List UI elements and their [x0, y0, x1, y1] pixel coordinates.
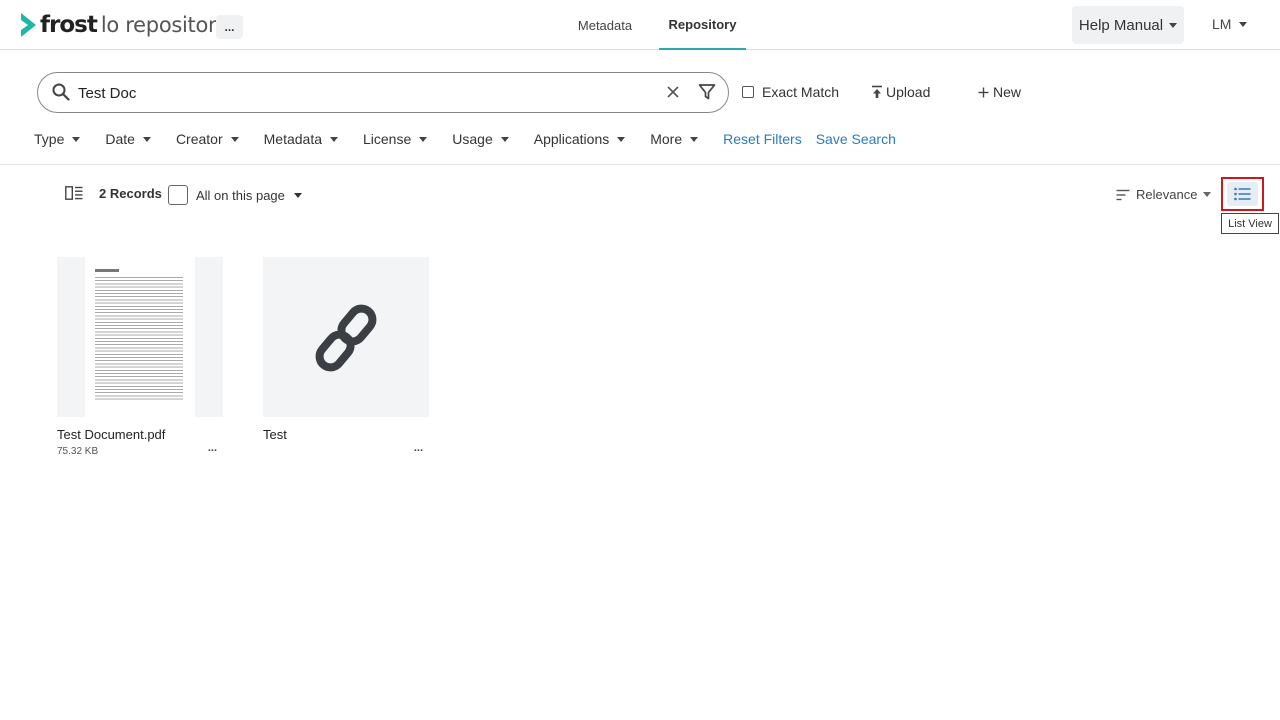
user-initials: LM [1212, 16, 1232, 32]
chevron-down-icon [500, 136, 509, 142]
list-view-tooltip: List View [1221, 213, 1279, 234]
pdf-preview-heading [95, 269, 119, 272]
filter-usage[interactable]: Usage [452, 131, 509, 147]
app-header: frost lo repository ... Metadata Reposit… [0, 0, 1280, 50]
link-icon [315, 304, 377, 372]
help-manual-label: Help Manual [1078, 16, 1164, 34]
asset-more-menu[interactable]: ... [208, 442, 217, 454]
close-icon[interactable] [666, 85, 680, 99]
upload-button[interactable]: Upload [871, 84, 930, 100]
asset-size: 75.32 KB [57, 446, 99, 457]
sort-label: Relevance [1136, 187, 1198, 202]
upload-label: Upload [886, 84, 931, 100]
tab-repository[interactable]: Repository [659, 0, 746, 50]
exact-match-checkbox[interactable] [742, 86, 754, 98]
pdf-preview-image [85, 257, 195, 417]
asset-more-menu[interactable]: ... [414, 442, 423, 454]
chevron-down-icon [72, 136, 81, 142]
logo-chevron-icon [21, 13, 36, 37]
chevron-down-icon [617, 136, 626, 142]
filter-label: More [650, 131, 683, 147]
help-manual-button[interactable]: Help Manual [1072, 6, 1184, 44]
list-icon [1234, 187, 1251, 201]
filter-icon[interactable] [698, 83, 716, 101]
filter-label: Usage [452, 131, 493, 147]
user-menu[interactable]: LM [1212, 16, 1248, 32]
select-all-checkbox[interactable] [168, 185, 188, 205]
plus-icon [978, 87, 989, 97]
filter-label: Date [105, 131, 135, 147]
exact-match-label: Exact Match [762, 84, 840, 100]
chevron-down-icon [230, 136, 239, 142]
save-search-link[interactable]: Save Search [816, 131, 896, 147]
chevron-down-icon [293, 193, 302, 198]
search-input[interactable] [78, 81, 638, 105]
list-view-button-bg [1227, 182, 1258, 206]
asset-name[interactable]: Test Document.pdf [57, 427, 223, 443]
asset-card[interactable]: Test ... [263, 257, 429, 458]
asset-name[interactable]: Test [263, 427, 429, 443]
chevron-down-icon [1203, 192, 1212, 197]
exact-match-toggle[interactable]: Exact Match [742, 84, 839, 100]
filter-label: Metadata [263, 131, 322, 147]
sort-dropdown[interactable]: Relevance [1116, 187, 1212, 202]
filter-bar: Type Date Creator Metadata License Usage… [34, 130, 910, 148]
chevron-down-icon [330, 136, 338, 142]
filter-label: Type [34, 131, 65, 147]
app-logo[interactable]: frost lo repository [20, 10, 229, 40]
filter-applications[interactable]: Applications [534, 131, 626, 147]
new-button[interactable]: New [978, 84, 1021, 100]
chevron-down-icon [690, 136, 699, 142]
logo-brand-text: frost [40, 12, 98, 38]
filter-license[interactable]: License [363, 131, 428, 147]
asset-meta: 75.32 KB ... [57, 442, 223, 458]
filter-date[interactable]: Date [105, 131, 151, 147]
sidebar-toggle-icon[interactable] [65, 186, 83, 200]
filter-more[interactable]: More [650, 131, 699, 147]
pdf-preview-text [95, 277, 183, 401]
chevron-down-icon [419, 136, 428, 142]
list-view-button[interactable] [1221, 177, 1264, 211]
filter-creator[interactable]: Creator [176, 131, 239, 147]
logo-suffix-text: lo repository [100, 13, 229, 37]
chevron-down-icon [142, 136, 151, 142]
asset-thumbnail[interactable] [263, 257, 429, 417]
search-icon [52, 83, 70, 101]
select-all-dropdown[interactable]: All on this page [196, 188, 302, 203]
chevron-down-icon [1239, 21, 1248, 27]
apps-more-button[interactable]: ... [216, 15, 243, 39]
filter-type[interactable]: Type [34, 131, 81, 147]
reset-filters-link[interactable]: Reset Filters [723, 131, 802, 147]
filter-label: Applications [533, 131, 610, 147]
section-divider [0, 164, 1280, 165]
records-count: 2 Records [99, 186, 162, 201]
chevron-down-icon [1169, 22, 1178, 28]
sort-icon [1116, 189, 1130, 200]
select-all-label: All on this page [196, 188, 285, 203]
filter-metadata[interactable]: Metadata [264, 131, 338, 147]
asset-thumbnail[interactable] [57, 257, 223, 417]
asset-card[interactable]: Test Document.pdf 75.32 KB ... [57, 257, 223, 458]
filter-label: License [363, 131, 412, 147]
search-bar[interactable] [37, 72, 729, 113]
new-label: New [993, 84, 1022, 100]
upload-icon [872, 85, 882, 98]
filter-label: Creator [175, 131, 223, 147]
asset-meta: ... [263, 442, 429, 458]
tab-metadata[interactable]: Metadata [572, 0, 638, 50]
